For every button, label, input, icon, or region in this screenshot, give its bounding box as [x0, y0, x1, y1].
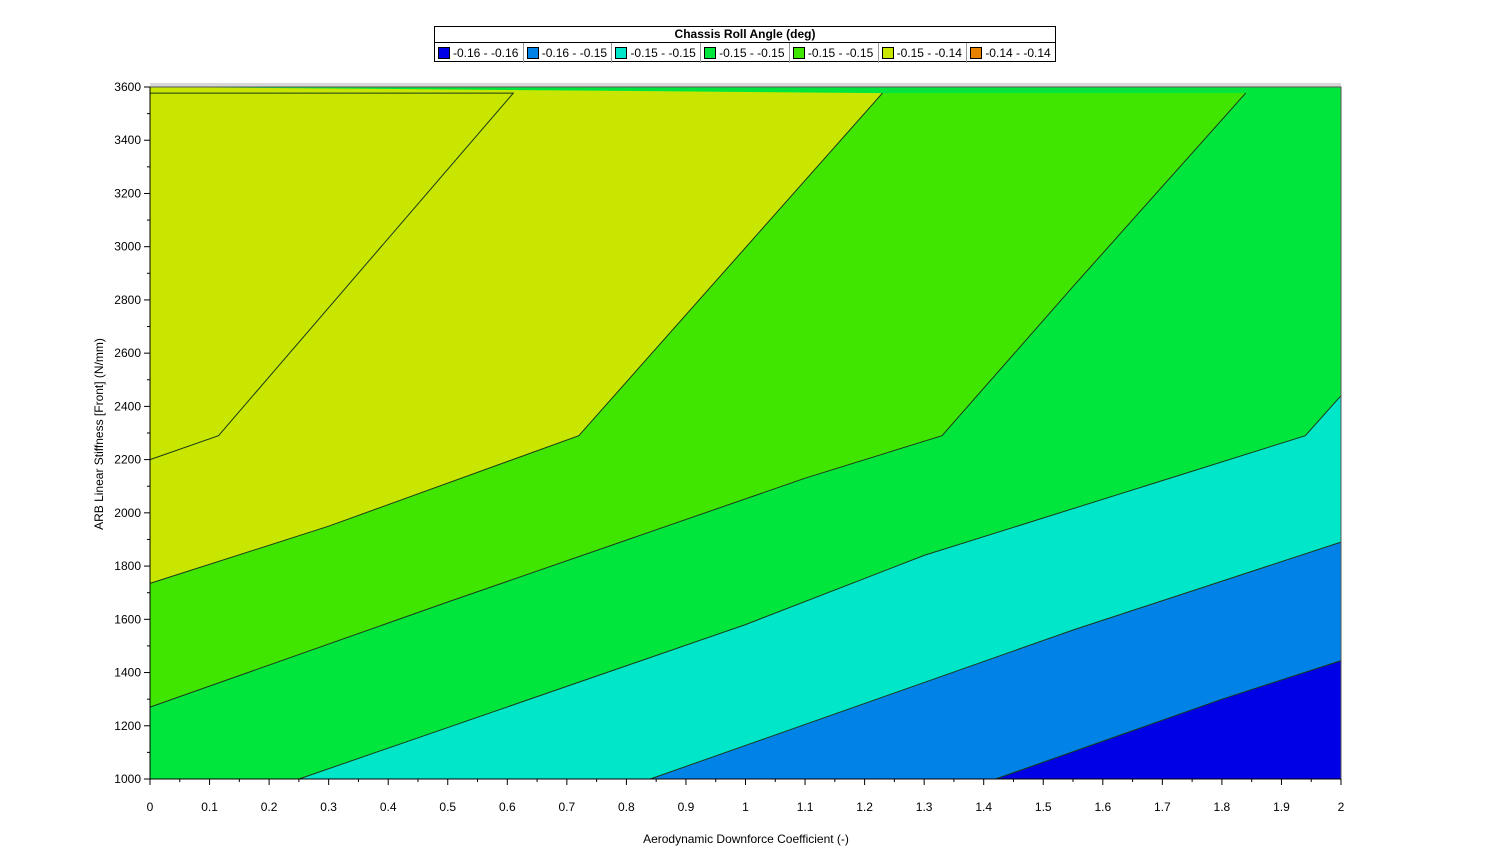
- x-tick-label: 0.4: [380, 800, 397, 814]
- x-tick-label: 0.8: [618, 800, 635, 814]
- y-tick-label: 2800: [114, 293, 141, 307]
- x-tick-label: 1.6: [1094, 800, 1111, 814]
- x-tick-label: 0.6: [499, 800, 516, 814]
- chart-legend: Chassis Roll Angle (deg) -0.16 - -0.16 -0…: [434, 26, 1056, 63]
- x-tick-label: 0.1: [201, 800, 218, 814]
- legend-label: -0.15 - -0.15: [719, 46, 785, 60]
- legend-label: -0.15 - -0.14: [896, 46, 962, 60]
- y-tick-label: 3600: [114, 80, 141, 94]
- legend-swatch: [438, 47, 450, 59]
- y-tick-label: 2400: [114, 399, 141, 413]
- legend-label: -0.15 - -0.15: [630, 46, 696, 60]
- legend-swatch: [970, 47, 983, 59]
- y-tick-label: 3200: [114, 186, 141, 200]
- legend-label: -0.15 - -0.15: [807, 46, 874, 60]
- x-tick-label: 2: [1338, 800, 1345, 814]
- y-tick-label: 1600: [114, 612, 141, 626]
- legend-swatch: [526, 47, 539, 59]
- chart-title: Chassis Roll Angle (deg): [435, 27, 1055, 43]
- x-axis-label: Aerodynamic Downforce Coefficient (-): [643, 832, 849, 846]
- y-tick-label: 2600: [114, 346, 141, 360]
- x-tick-label: 1.8: [1214, 800, 1231, 814]
- x-tick-label: 1.4: [975, 800, 992, 814]
- y-tick-label: 1000: [114, 772, 141, 786]
- x-tick-label: 1.2: [856, 800, 873, 814]
- x-tick-label: 1.3: [916, 800, 933, 814]
- legend-swatch: [615, 47, 628, 59]
- x-tick-label: 1.9: [1273, 800, 1290, 814]
- legend-item: -0.16 - -0.16: [435, 43, 524, 63]
- legend-item: -0.15 - -0.15: [612, 43, 702, 63]
- legend-items: -0.16 - -0.16 -0.16 - -0.15 -0.15 - -0.15 -…: [435, 43, 1055, 63]
- x-tick-label: 1.1: [797, 800, 814, 814]
- y-axis-label: ARB Linear Stiffness [Front] (N/mm): [92, 338, 106, 530]
- legend-item: -0.15 - -0.15: [790, 43, 879, 63]
- y-tick-label: 1400: [114, 666, 141, 680]
- x-tick-label: 1.7: [1154, 800, 1171, 814]
- legend-label: -0.16 - -0.16: [453, 46, 519, 60]
- legend-label: -0.14 - -0.14: [985, 46, 1051, 60]
- y-tick-label: 1800: [114, 559, 141, 573]
- contour-chart: 0 0.1 0.2 0.3 0.4 0.5 0.6 0.7 0.8 0.9 1 1.1 1.2 1.3 1.…: [92, 80, 1345, 846]
- y-tick-label: 1200: [114, 719, 141, 733]
- plot-top-strip: [150, 83, 1341, 87]
- y-tick-label: 3000: [114, 240, 141, 254]
- x-tick-label: 0.7: [559, 800, 576, 814]
- x-tick-label: 0.3: [320, 800, 337, 814]
- plot-area: [150, 83, 1341, 780]
- legend-swatch: [792, 47, 805, 59]
- legend-item: -0.16 - -0.15: [524, 43, 613, 63]
- legend-item: -0.14 - -0.14: [967, 43, 1055, 63]
- x-tick-label: 1.5: [1035, 800, 1052, 814]
- y-tick-label: 2200: [114, 453, 141, 467]
- legend-item: -0.15 - -0.15: [701, 43, 790, 63]
- legend-label: -0.16 - -0.15: [541, 46, 608, 60]
- x-tick-label: 0.5: [439, 800, 456, 814]
- x-tick-label: 1: [742, 800, 749, 814]
- legend-item: -0.15 - -0.14: [879, 43, 968, 63]
- x-tick-label: 0.2: [261, 800, 278, 814]
- x-tick-label: 0: [147, 800, 154, 814]
- y-tick-label: 2000: [114, 506, 141, 520]
- y-tick-label: 3400: [114, 133, 141, 147]
- legend-swatch: [881, 47, 894, 59]
- x-tick-label: 0.9: [678, 800, 695, 814]
- legend-swatch: [704, 47, 717, 59]
